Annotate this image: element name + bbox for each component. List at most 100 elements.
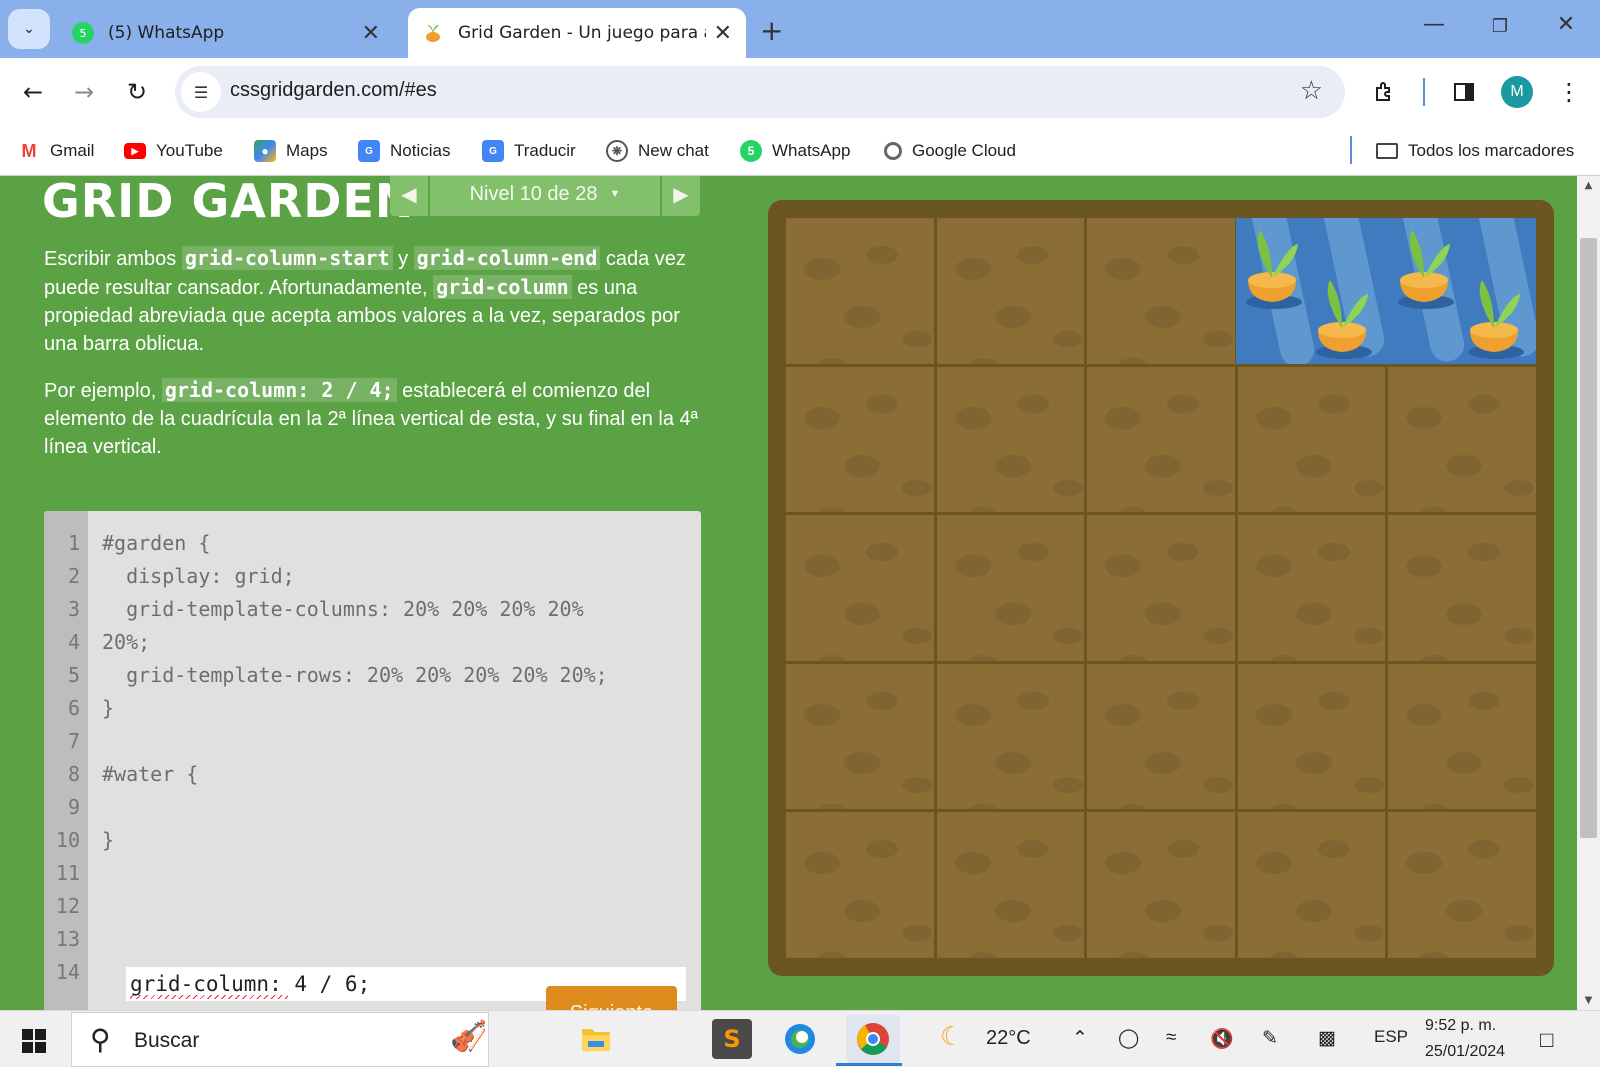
soil-cell (1087, 515, 1235, 661)
close-tab-icon[interactable]: ✕ (714, 21, 732, 46)
code-line: } (102, 696, 115, 720)
scroll-down-icon[interactable]: ▼ (1577, 995, 1600, 1006)
weather-temperature[interactable]: 22°C (986, 1027, 1031, 1050)
line-number: 10 (55, 828, 80, 852)
soil-cell (786, 218, 934, 364)
reload-icon[interactable]: ↻ (120, 75, 154, 109)
news-icon: G (358, 140, 380, 162)
folder-icon (1376, 143, 1398, 159)
tab-whatsapp[interactable]: 5 (5) WhatsApp ✕ (58, 8, 394, 58)
level-selector[interactable]: Nivel 10 de 28 ▼ (430, 176, 660, 216)
pen-icon[interactable]: ✎ (1262, 1027, 1278, 1050)
file-explorer-icon[interactable] (576, 1019, 616, 1059)
keyboard-layout-icon[interactable]: ▩ (1318, 1027, 1336, 1050)
line-number: 12 (55, 894, 80, 918)
search-icon: ⚲ (90, 1023, 111, 1056)
bookmark-gmail[interactable]: M Gmail (18, 136, 95, 166)
tab-grid-garden[interactable]: Grid Garden - Un juego para ap ✕ (408, 8, 746, 58)
sublime-text-icon[interactable]: S (712, 1019, 752, 1059)
bookmark-label: Noticias (390, 141, 451, 160)
bookmark-label: New chat (638, 141, 709, 160)
bookmark-youtube[interactable]: ▶ YouTube (124, 136, 223, 166)
clock-time[interactable]: 9:52 p. m. (1425, 1017, 1496, 1035)
bookmark-label: WhatsApp (772, 141, 851, 160)
soil-cell (936, 218, 1085, 364)
line-number: 4 (67, 630, 80, 654)
weather-moon-icon[interactable]: ☾ (940, 1021, 963, 1052)
notifications-icon[interactable]: □ (1540, 1027, 1553, 1053)
soil-cell (1388, 515, 1536, 661)
close-tab-icon[interactable]: ✕ (362, 21, 380, 46)
minimize-icon[interactable]: — (1414, 12, 1454, 37)
address-bar[interactable]: ☰ cssgridgarden.com/#es ☆ (175, 66, 1345, 118)
speaker-muted-icon[interactable]: 🔇 (1210, 1027, 1234, 1051)
arrow-right-icon: ▶ (673, 182, 689, 206)
page-scrollbar[interactable]: ▲ ▼ (1577, 176, 1600, 1010)
soil-cell (1388, 663, 1536, 810)
bookmark-maps[interactable]: ● Maps (254, 136, 328, 166)
bookmark-whatsapp[interactable]: 5 WhatsApp (740, 136, 850, 166)
site-info-icon[interactable]: ☰ (181, 72, 221, 112)
edge-icon[interactable] (780, 1019, 820, 1059)
restore-icon[interactable]: ❐ (1480, 16, 1520, 37)
page-title: GRID GARDEN (42, 176, 415, 228)
bookmark-label: Google Cloud (912, 141, 1016, 160)
garden-frame (768, 200, 1554, 976)
line-number: 3 (67, 597, 80, 621)
caret-down-icon: ▼ (609, 188, 621, 200)
soil-cell (1087, 812, 1235, 958)
soil-cell (1237, 663, 1386, 810)
scrollbar-thumb[interactable] (1580, 238, 1597, 838)
bookmark-new-chat[interactable]: ❋ New chat (606, 136, 709, 166)
google-cloud-icon (884, 142, 902, 160)
line-number: 5 (67, 663, 80, 687)
back-icon[interactable]: ← (16, 75, 50, 109)
extensions-icon[interactable] (1368, 75, 1402, 109)
gmail-icon: M (21, 140, 37, 161)
new-tab-icon[interactable]: + (760, 14, 783, 47)
taskbar-search[interactable]: ⚲ Buscar 🎻 (71, 1012, 489, 1067)
windows-start-icon[interactable] (22, 1029, 46, 1053)
carrot-icon (1468, 280, 1524, 359)
avatar[interactable]: M (1501, 76, 1533, 108)
chrome-icon[interactable] (846, 1015, 900, 1063)
spellcheck-underline (130, 995, 288, 999)
all-bookmarks-folder[interactable]: Todos los marcadores (1376, 136, 1574, 166)
clock-date[interactable]: 25/01/2024 (1425, 1043, 1505, 1061)
code-line: grid-template-columns: 20% 20% 20% 20% (102, 597, 584, 621)
soil-cell (786, 812, 934, 958)
bookmark-traducir[interactable]: G Traducir (482, 136, 576, 166)
url-text[interactable]: cssgridgarden.com/#es (230, 79, 437, 102)
soil-cell (1237, 812, 1386, 958)
soil-cell (1237, 515, 1386, 661)
css-editor: 1 2 3 4 5 6 7 8 9 10 11 12 13 14 #garden… (44, 511, 701, 1010)
forward-icon[interactable]: → (67, 75, 101, 109)
previous-level-button[interactable]: ◀ (390, 176, 430, 216)
carrot-icon (1246, 230, 1302, 309)
soil-cell (936, 663, 1085, 810)
toolbar-divider (1423, 78, 1425, 106)
next-button[interactable]: Siguiente (546, 986, 677, 1010)
whatsapp-icon: 5 (72, 22, 94, 44)
wifi-icon[interactable]: ≈ (1166, 1027, 1176, 1049)
bookmark-label: Traducir (514, 141, 576, 160)
menu-icon[interactable]: ⋮ (1552, 75, 1586, 109)
close-window-icon[interactable]: ✕ (1546, 12, 1586, 37)
bookmarks-bar: M Gmail ▶ YouTube ● Maps G Noticias G Tr… (0, 126, 1600, 176)
soil-cell (786, 663, 934, 810)
next-level-button[interactable]: ▶ (660, 176, 700, 216)
language-indicator[interactable]: ESP (1374, 1027, 1408, 1047)
chevron-up-icon[interactable]: ⌃ (1072, 1027, 1088, 1050)
carrot-icon (1398, 230, 1454, 309)
tab-search-button[interactable]: ⌄ (8, 9, 50, 49)
bookmark-google-cloud[interactable]: Google Cloud (884, 136, 1016, 166)
side-panel-icon[interactable] (1447, 75, 1481, 109)
meet-icon[interactable]: ◯ (1118, 1027, 1139, 1050)
scroll-up-icon[interactable]: ▲ (1577, 180, 1600, 191)
bookmark-noticias[interactable]: G Noticias (358, 136, 450, 166)
code-line: display: grid; (102, 564, 295, 588)
soil-cell (1237, 366, 1386, 513)
bookmark-label: Maps (286, 141, 328, 160)
tab-title: (5) WhatsApp (108, 23, 225, 43)
bookmark-star-icon[interactable]: ☆ (1300, 76, 1323, 106)
